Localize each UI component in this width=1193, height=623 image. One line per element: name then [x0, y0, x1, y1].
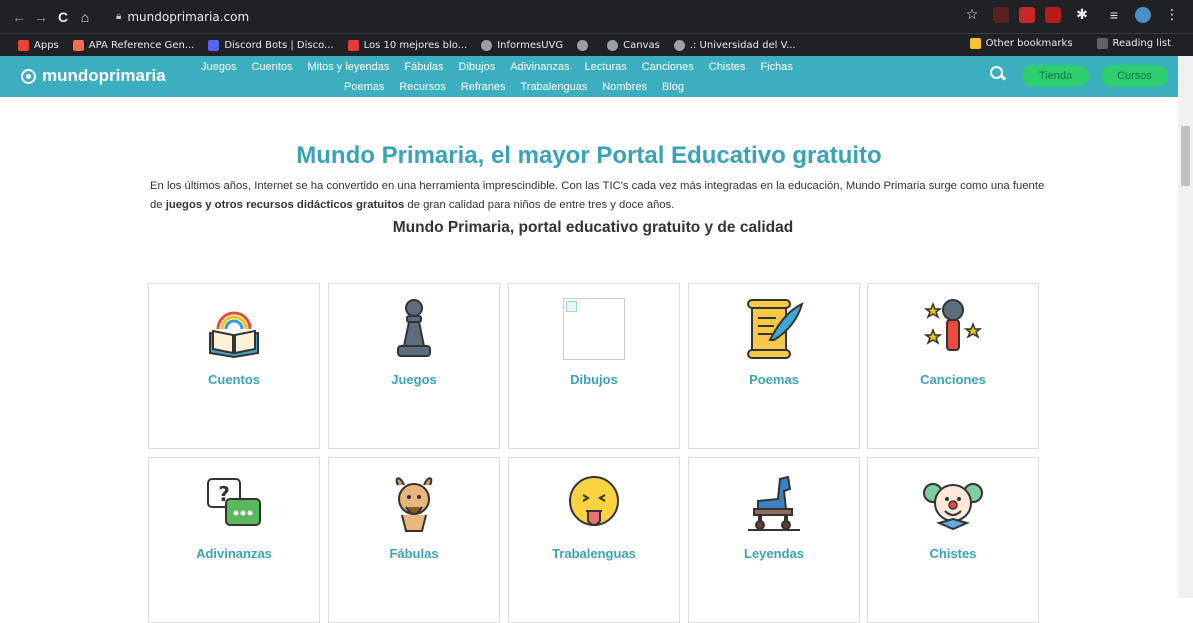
card-poemas[interactable]: Poemas: [688, 283, 860, 449]
card-canciones[interactable]: Canciones: [867, 283, 1039, 449]
folder-icon: [969, 38, 981, 49]
bookmark-apps[interactable]: Apps: [18, 39, 59, 51]
menu-icon[interactable]: ⋮: [1161, 6, 1183, 23]
card-chistes[interactable]: Chistes: [867, 457, 1039, 623]
card-label: Fábulas: [389, 546, 439, 561]
nav-recursos[interactable]: Recursos: [399, 81, 445, 93]
nav-mitos[interactable]: Mitos y leyendas: [307, 61, 389, 73]
cursos-button[interactable]: Cursos: [1101, 65, 1168, 87]
faun-icon: [381, 470, 447, 536]
nav-blog[interactable]: Blog: [662, 81, 684, 93]
card-label: Chistes: [929, 546, 977, 561]
bookmark-apa[interactable]: APA Reference Gen...: [72, 39, 194, 51]
apps-grid-icon: [18, 39, 29, 51]
scrollbar-thumb[interactable]: [1181, 126, 1190, 186]
question-bubbles-icon: ?: [201, 470, 267, 536]
card-dibujos[interactable]: Dibujos: [508, 283, 680, 449]
microphone-stars-icon: [920, 296, 986, 362]
card-label: Leyendas: [744, 546, 804, 561]
nav-fabulas[interactable]: Fábulas: [404, 61, 443, 73]
nav-row-2: Poemas Recursos Refranes Trabalenguas No…: [344, 81, 699, 93]
nav-canciones[interactable]: Canciones: [642, 61, 694, 73]
bookmark-blog[interactable]: Los 10 mejores blo...: [347, 39, 467, 51]
nav-nombres[interactable]: Nombres: [602, 81, 647, 93]
favicon-icon: [72, 39, 84, 51]
card-leyendas[interactable]: Leyendas: [688, 457, 860, 623]
scroll-quill-icon: [741, 296, 807, 362]
site-header: mundoprimaria Juegos Cuentos Mitos y ley…: [0, 56, 1178, 97]
card-label: Poemas: [749, 372, 799, 387]
browser-toolbar: ← → C ⌂ 🔒︎ mundoprimaria.com ☆ ✱ ≡ ⋮: [0, 0, 1193, 33]
trojan-horse-icon: [741, 470, 807, 536]
nav-trabalenguas[interactable]: Trabalenguas: [520, 81, 587, 93]
card-adivinanzas[interactable]: ? Adivinanzas: [148, 457, 320, 623]
back-icon[interactable]: ←: [8, 9, 30, 25]
media-queue-icon[interactable]: ≡: [1103, 7, 1125, 23]
other-bookmarks[interactable]: Other bookmarks: [969, 38, 1073, 49]
page-subtitle: Mundo Primaria, portal educativo gratuit…: [392, 219, 794, 236]
intro-paragraph: En los últimos años, Internet se ha conv…: [150, 180, 1045, 211]
card-label: Cuentos: [208, 372, 260, 387]
nav-cuentos[interactable]: Cuentos: [251, 61, 292, 73]
logo-circle-icon: [21, 68, 36, 84]
favicon-icon: [347, 39, 359, 51]
bookmark-star-icon[interactable]: ☆: [961, 6, 983, 23]
card-juegos[interactable]: Juegos: [328, 283, 500, 449]
chess-pawn-icon: [381, 296, 447, 362]
nav-fichas[interactable]: Fichas: [760, 61, 792, 73]
card-trabalenguas[interactable]: Trabalenguas: [508, 457, 680, 623]
extension-icon[interactable]: [1019, 6, 1035, 23]
card-label: Dibujos: [570, 372, 618, 387]
nav-juegos[interactable]: Juegos: [201, 61, 236, 73]
address-bar[interactable]: mundoprimaria.com: [127, 10, 249, 24]
home-icon[interactable]: ⌂: [74, 9, 96, 25]
search-icon[interactable]: [990, 66, 1006, 82]
card-label: Trabalenguas: [552, 546, 636, 561]
bookmark-informes[interactable]: InformesUVG: [481, 39, 563, 51]
scrollbar[interactable]: [1178, 56, 1193, 598]
canvas-icon: [607, 39, 619, 51]
clown-icon: [920, 470, 986, 536]
nav-lecturas[interactable]: Lecturas: [585, 61, 627, 73]
card-fabulas[interactable]: Fábulas: [328, 457, 500, 623]
nav-adivinanzas[interactable]: Adivinanzas: [510, 61, 569, 73]
reading-list-icon: [1096, 38, 1108, 49]
globe-icon: [577, 39, 589, 51]
page-title: Mundo Primaria, el mayor Portal Educativ…: [296, 142, 882, 169]
bookmark-universidad[interactable]: .: Universidad del V...: [673, 39, 796, 51]
tongue-face-icon: [561, 470, 627, 536]
extension-icon[interactable]: [993, 6, 1009, 23]
nav-poemas[interactable]: Poemas: [344, 81, 384, 93]
card-label: Juegos: [391, 372, 437, 387]
broken-image-icon: [561, 296, 627, 362]
nav-refranes[interactable]: Refranes: [461, 81, 506, 93]
nav-chistes[interactable]: Chistes: [709, 61, 746, 73]
bookmark-canvas[interactable]: Canvas: [607, 39, 660, 51]
reload-icon[interactable]: C: [52, 9, 74, 25]
bookmarks-bar: Apps APA Reference Gen... Discord Bots |…: [0, 33, 1193, 56]
tienda-button[interactable]: Tienda: [1022, 65, 1089, 87]
extension-icon[interactable]: [1045, 6, 1061, 23]
bookmark-unnamed[interactable]: [577, 39, 593, 51]
nav-dibujos[interactable]: Dibujos: [459, 61, 496, 73]
card-label: Adivinanzas: [196, 546, 272, 561]
lock-icon[interactable]: 🔒︎: [116, 11, 121, 22]
extensions-puzzle-icon[interactable]: ✱: [1071, 6, 1093, 23]
favicon-icon: [208, 39, 220, 51]
reading-list[interactable]: Reading list: [1096, 38, 1171, 49]
globe-icon: [481, 39, 493, 51]
forward-icon[interactable]: →: [30, 9, 52, 25]
book-rainbow-icon: [201, 296, 267, 362]
card-cuentos[interactable]: Cuentos: [148, 283, 320, 449]
globe-icon: [673, 39, 685, 51]
site-logo[interactable]: mundoprimaria: [21, 66, 166, 86]
profile-avatar[interactable]: [1135, 6, 1151, 23]
bookmark-discord[interactable]: Discord Bots | Disco...: [208, 39, 334, 51]
nav-row-1: Juegos Cuentos Mitos y leyendas Fábulas …: [201, 61, 808, 73]
card-label: Canciones: [920, 372, 986, 387]
